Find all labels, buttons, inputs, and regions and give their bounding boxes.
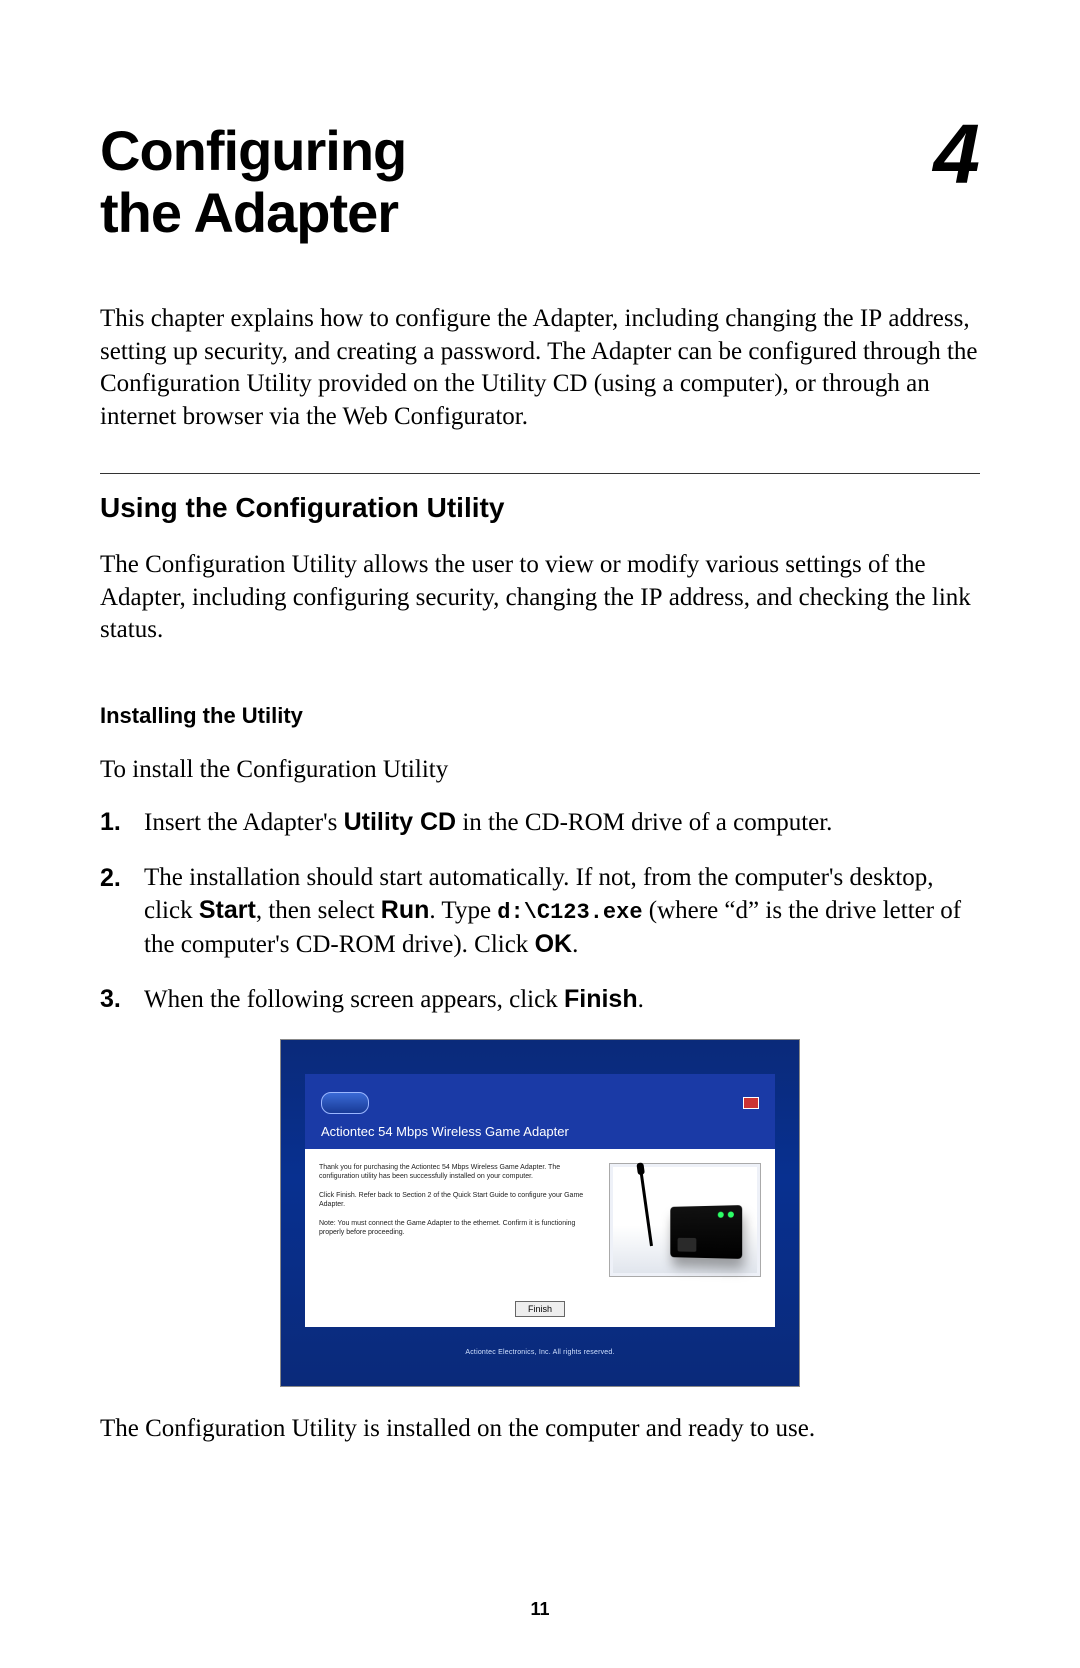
step-1-text: Insert the Adapter's Utility CD in the C… xyxy=(144,806,980,840)
page-number: 11 xyxy=(0,1599,1080,1620)
section-heading: Using the Configuration Utility xyxy=(100,492,980,524)
installer-title: Actiontec 54 Mbps Wireless Game Adapter xyxy=(321,1124,569,1139)
step-1-number: 1. xyxy=(100,806,144,840)
chapter-number: 4 xyxy=(933,112,980,196)
section-body: The Configuration Utility allows the use… xyxy=(100,549,980,647)
installer-footer: Actiontec Electronics, Inc. All rights r… xyxy=(305,1327,775,1376)
section-divider xyxy=(100,473,980,474)
chapter-title-line2: the Adapter xyxy=(100,182,406,244)
installer-header xyxy=(305,1074,775,1124)
step-3: 3. When the following screen appears, cl… xyxy=(100,983,980,1017)
finish-button[interactable]: Finish xyxy=(515,1301,565,1317)
subsection-heading: Installing the Utility xyxy=(100,703,980,729)
step-2-number: 2. xyxy=(100,862,144,962)
step-3-text: When the following screen appears, click… xyxy=(144,983,980,1017)
closing-text: The Configuration Utility is installed o… xyxy=(100,1413,980,1446)
step-2: 2. The installation should start automat… xyxy=(100,862,980,962)
installer-body-text: Thank you for purchasing the Actiontec 5… xyxy=(319,1163,593,1247)
adapter-photo xyxy=(609,1163,761,1277)
chapter-title-line1: Configuring xyxy=(100,120,406,182)
step-2-text: The installation should start automatica… xyxy=(144,862,980,962)
installer-screenshot: Actiontec 54 Mbps Wireless Game Adapter … xyxy=(280,1039,800,1387)
chapter-intro: This chapter explains how to configure t… xyxy=(100,303,980,433)
status-icon xyxy=(743,1097,759,1109)
step-3-number: 3. xyxy=(100,983,144,1017)
actiontec-logo-icon xyxy=(321,1092,369,1114)
subsection-lead: To install the Configuration Utility xyxy=(100,754,980,787)
step-1: 1. Insert the Adapter's Utility CD in th… xyxy=(100,806,980,840)
